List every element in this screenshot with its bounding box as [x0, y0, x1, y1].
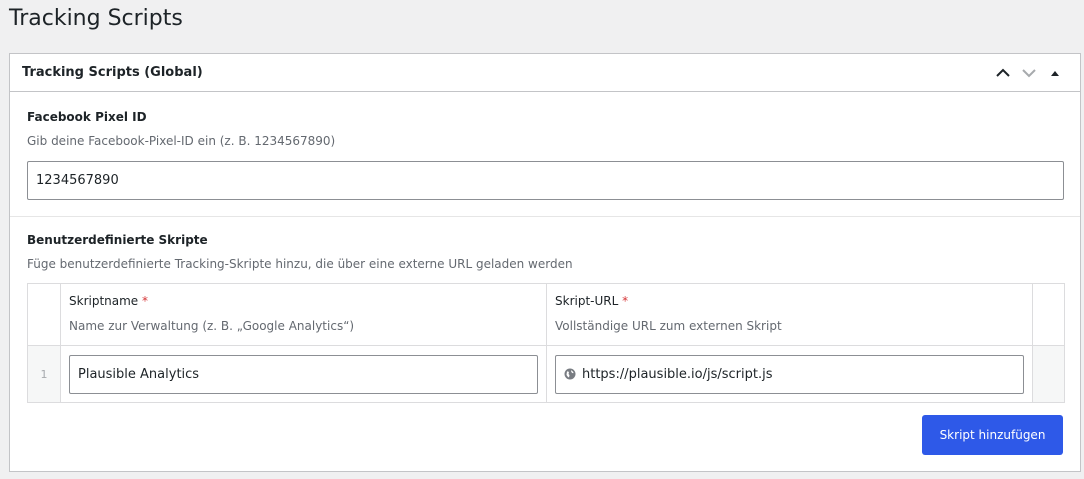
chevron-down-icon: [1022, 68, 1036, 77]
row-remove-handle[interactable]: [1032, 345, 1065, 403]
facebook-pixel-description: Gib deine Facebook-Pixel-ID ein (z. B. 1…: [27, 134, 336, 148]
facebook-pixel-field: Facebook Pixel ID Gib deine Facebook-Pix…: [10, 92, 1080, 200]
add-script-button[interactable]: Skript hinzufügen: [922, 415, 1063, 455]
script-url-value: https://plausible.io/js/script.js: [582, 366, 773, 382]
chevron-up-icon: [996, 68, 1010, 77]
script-name-header: Skriptname * Name zur Verwaltung (z. B. …: [60, 283, 547, 346]
script-name-header-description: Name zur Verwaltung (z. B. „Google Analy…: [69, 319, 355, 333]
script-name-cell: Plausible Analytics: [60, 345, 547, 403]
required-marker: *: [622, 294, 629, 308]
globe-icon: [564, 368, 576, 380]
scripts-repeater-table: Skriptname * Name zur Verwaltung (z. B. …: [27, 283, 1065, 403]
postbox-header: Tracking Scripts (Global): [10, 54, 1080, 92]
facebook-pixel-input[interactable]: 1234567890: [27, 161, 1064, 200]
custom-scripts-field: Benutzerdefinierte Skripte Füge benutzer…: [10, 217, 1080, 403]
script-name-input[interactable]: Plausible Analytics: [69, 354, 538, 394]
move-up-button[interactable]: [990, 58, 1016, 88]
script-name-header-label: Skriptname: [69, 294, 139, 308]
toggle-panel-button[interactable]: [1042, 58, 1068, 88]
facebook-pixel-value: 1234567890: [36, 173, 119, 188]
postbox-title: Tracking Scripts (Global): [22, 65, 203, 80]
row-order-handle[interactable]: 1: [27, 345, 61, 403]
script-url-header-description: Vollständige URL zum externen Skript: [555, 319, 782, 333]
script-url-header: Skript-URL * Vollständige URL zum extern…: [546, 283, 1033, 346]
order-header: [27, 283, 61, 346]
move-down-button[interactable]: [1016, 58, 1042, 88]
table-row: 1 Plausible Analytics https://plausible.…: [27, 345, 1065, 403]
remove-header: [1032, 283, 1065, 346]
triangle-up-icon: [1051, 70, 1059, 76]
script-url-header-label: Skript-URL: [555, 294, 619, 308]
facebook-pixel-label: Facebook Pixel ID: [27, 110, 147, 124]
handle-actions: [990, 58, 1068, 88]
script-name-value: Plausible Analytics: [78, 366, 200, 382]
repeater-header-row: Skriptname * Name zur Verwaltung (z. B. …: [27, 283, 1065, 346]
required-marker: *: [142, 294, 149, 308]
page-title: Tracking Scripts: [9, 6, 183, 31]
tracking-scripts-postbox: Tracking Scripts (Global) Facebook Pixel…: [9, 53, 1081, 472]
row-order-number: 1: [40, 367, 48, 381]
custom-scripts-label: Benutzerdefinierte Skripte: [27, 233, 208, 247]
custom-scripts-description: Füge benutzerdefinierte Tracking-Skripte…: [27, 257, 573, 271]
script-url-input[interactable]: https://plausible.io/js/script.js: [555, 354, 1024, 394]
script-url-cell: https://plausible.io/js/script.js: [546, 345, 1033, 403]
